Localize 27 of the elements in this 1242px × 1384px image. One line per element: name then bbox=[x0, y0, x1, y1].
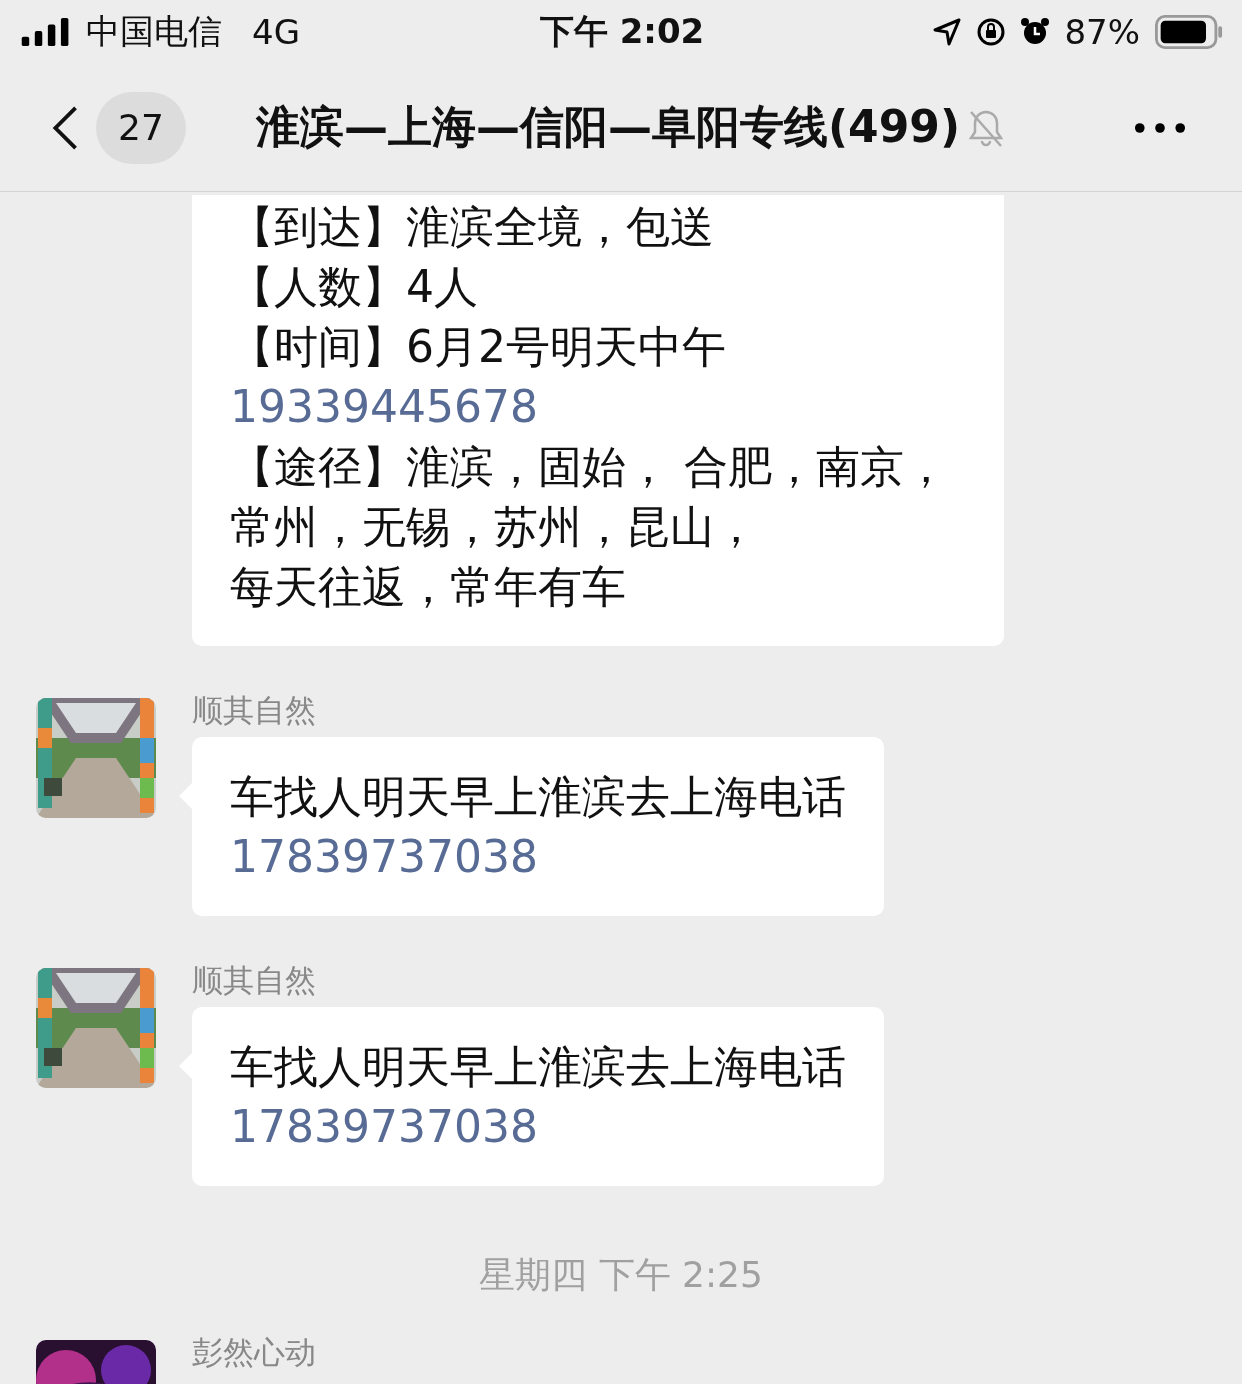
message-text: 每天往返，常年有车 bbox=[230, 560, 626, 614]
timestamp: 星期四 下午 2:25 bbox=[479, 1253, 763, 1297]
status-time: 下午 2:02 bbox=[539, 10, 705, 53]
sender-name: 彭然心动 bbox=[192, 1334, 316, 1370]
more-icon[interactable] bbox=[1134, 121, 1186, 134]
network-type: 4G bbox=[252, 12, 300, 52]
battery-percent: 87% bbox=[1064, 12, 1140, 52]
location-arrow-icon bbox=[932, 17, 963, 47]
phone-link[interactable]: 17839737038 bbox=[230, 827, 538, 887]
back-icon[interactable] bbox=[50, 104, 80, 151]
sender-name: 顺其自然 bbox=[192, 962, 316, 998]
orientation-lock-icon bbox=[976, 17, 1007, 47]
battery-icon bbox=[1154, 15, 1224, 49]
message-text: 【到达】淮滨全境，包送 bbox=[230, 200, 714, 254]
sender-name: 顺其自然 bbox=[192, 692, 316, 728]
alarm-clock-icon bbox=[1020, 17, 1051, 47]
message-text: 【时间】6月2号明天中午 bbox=[230, 320, 726, 374]
message-text: 【途径】淮滨，固始， 合肥，南京， bbox=[230, 440, 948, 494]
carrier-name: 中国电信 bbox=[86, 10, 222, 53]
phone-link[interactable]: 17839737038 bbox=[230, 1097, 538, 1157]
unread-count-badge[interactable]: 27 bbox=[96, 91, 186, 164]
message-text: 车找人明天早上淮滨去上海电话 bbox=[230, 770, 846, 824]
message-text: 车找人明天早上淮滨去上海电话 bbox=[230, 1040, 846, 1094]
message-text: 常州，无锡，苏州，昆山， bbox=[230, 500, 758, 554]
chat-title: 淮滨—上海—信阳—阜阳专线(499) bbox=[255, 100, 961, 154]
phone-link[interactable]: 19339445678 bbox=[230, 377, 538, 437]
message-text: 【人数】4人 bbox=[230, 260, 478, 314]
